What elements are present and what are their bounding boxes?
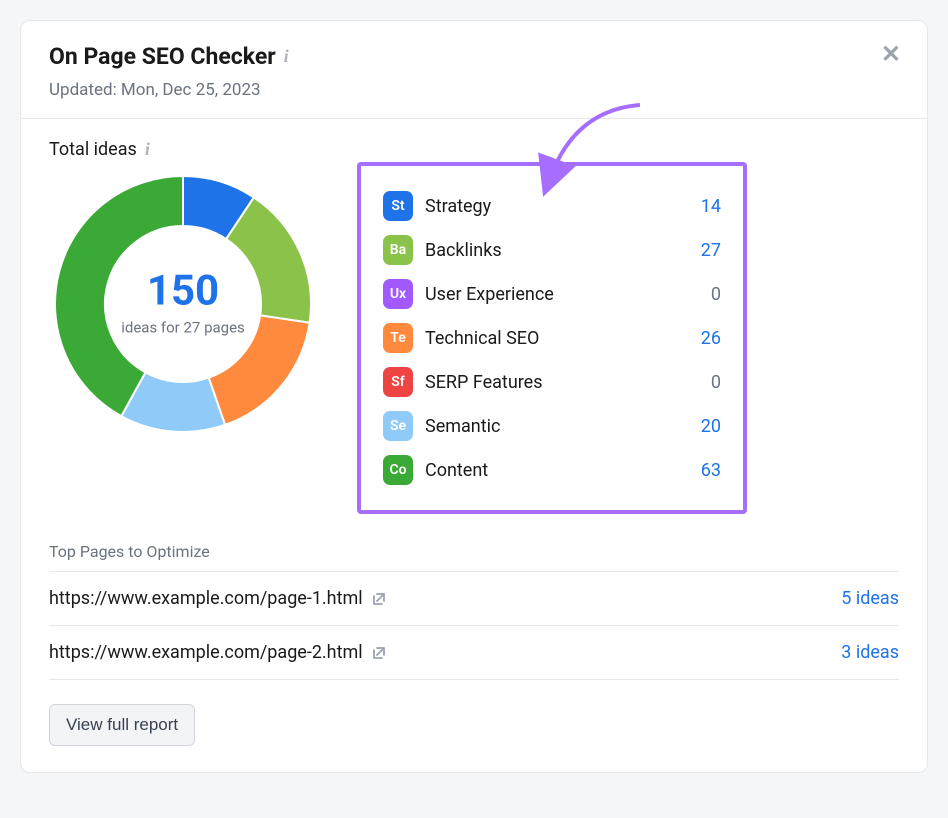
donut-sub: ideas for 27 pages [121, 318, 245, 338]
card-body: Total ideas i 150 ideas for 27 pages [21, 119, 927, 772]
total-ideas-label: Total ideas [49, 139, 137, 160]
arrow-annotation-icon [525, 90, 655, 200]
category-badge: Ba [383, 235, 413, 265]
legend-label: SERP Features [425, 372, 699, 393]
category-badge: Co [383, 455, 413, 485]
category-badge: Se [383, 411, 413, 441]
legend-item[interactable]: Sf SERP Features 0 [383, 360, 721, 404]
legend-item[interactable]: Te Technical SEO 26 [383, 316, 721, 360]
page-row: https://www.example.com/page-2.html 3 ide… [49, 626, 899, 680]
legend-item[interactable]: Ux User Experience 0 [383, 272, 721, 316]
page-title: On Page SEO Checker [49, 43, 276, 70]
info-icon[interactable]: i [145, 139, 150, 160]
title-row: On Page SEO Checker i [49, 43, 899, 70]
page-row: https://www.example.com/page-1.html 5 ide… [49, 572, 899, 626]
legend-label: Backlinks [425, 240, 689, 261]
category-badge: Ux [383, 279, 413, 309]
page-url-text: https://www.example.com/page-2.html [49, 642, 363, 663]
view-full-report-button[interactable]: View full report [49, 704, 195, 746]
category-badge: Te [383, 323, 413, 353]
legend-value: 27 [701, 240, 721, 261]
pages-list: https://www.example.com/page-1.html 5 ide… [49, 572, 899, 680]
legend-label: Content [425, 460, 689, 481]
page-ideas-link[interactable]: 5 ideas [841, 588, 899, 609]
updated-text: Updated: Mon, Dec 25, 2023 [49, 80, 899, 100]
page-url-text: https://www.example.com/page-1.html [49, 588, 363, 609]
donut-chart: 150 ideas for 27 pages [49, 170, 317, 438]
legend-value: 0 [711, 372, 721, 393]
total-ideas-title: Total ideas i [49, 139, 899, 160]
top-pages-title: Top Pages to Optimize [49, 542, 899, 572]
donut-number: 150 [121, 270, 245, 312]
legend-label: User Experience [425, 284, 699, 305]
info-icon[interactable]: i [284, 46, 289, 67]
legend-value: 63 [701, 460, 721, 481]
legend-value: 14 [701, 196, 721, 217]
legend-wrapper: StStrategy14BaBacklinks27UxUser Experien… [357, 170, 747, 514]
legend-label: Technical SEO [425, 328, 689, 349]
legend-value: 20 [701, 416, 721, 437]
seo-checker-card: On Page SEO Checker i Updated: Mon, Dec … [20, 20, 928, 773]
external-link-icon [371, 591, 387, 607]
chart-row: 150 ideas for 27 pages StStrategy14BaBac… [49, 170, 899, 514]
donut-center: 150 ideas for 27 pages [121, 270, 245, 338]
legend-item[interactable]: Se Semantic 20 [383, 404, 721, 448]
page-url[interactable]: https://www.example.com/page-1.html [49, 588, 387, 609]
legend-label: Semantic [425, 416, 689, 437]
legend-box: StStrategy14BaBacklinks27UxUser Experien… [357, 162, 747, 514]
category-badge: St [383, 191, 413, 221]
page-url[interactable]: https://www.example.com/page-2.html [49, 642, 387, 663]
external-link-icon [371, 645, 387, 661]
legend-value: 0 [711, 284, 721, 305]
category-badge: Sf [383, 367, 413, 397]
card-header: On Page SEO Checker i Updated: Mon, Dec … [21, 21, 927, 119]
legend-value: 26 [701, 328, 721, 349]
page-ideas-link[interactable]: 3 ideas [841, 642, 899, 663]
close-button[interactable]: ✕ [881, 43, 901, 67]
legend-item[interactable]: Co Content 63 [383, 448, 721, 492]
legend-item[interactable]: Ba Backlinks 27 [383, 228, 721, 272]
